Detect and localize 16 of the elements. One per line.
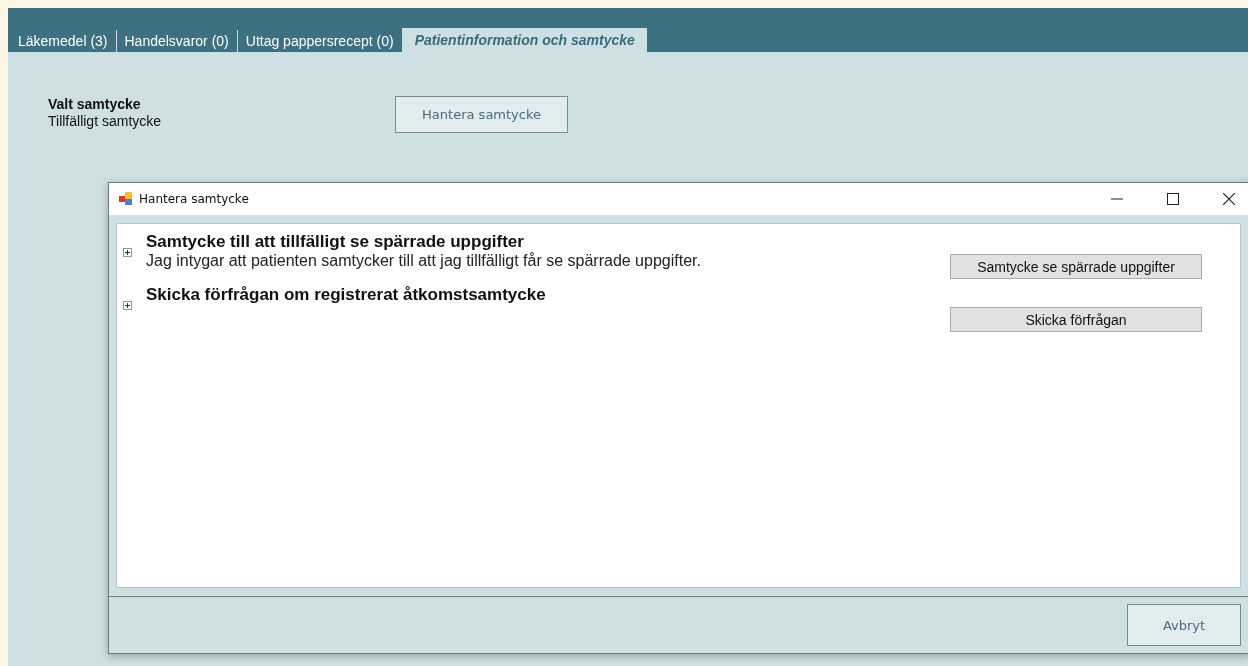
app-icon (119, 192, 133, 206)
tab[interactable]: Patientinformation och samtycke (401, 28, 647, 52)
consent-value: Tillfälligt samtycke (48, 113, 162, 129)
action-button[interactable]: Skicka förfrågan (950, 307, 1202, 332)
section-description: Jag intygar att patienten samtycker till att jag tillfälligt får se spärrade uppgifter. (146, 252, 702, 270)
maximize-icon[interactable] (1167, 193, 1179, 205)
cancel-button[interactable]: Avbryt (1127, 604, 1241, 646)
manage-consent-button[interactable]: Hantera samtycke (395, 96, 569, 133)
section-title: Skicka förfrågan om registrerat åtkomstsamtycke (146, 285, 547, 305)
expand-icon[interactable] (123, 248, 132, 257)
section-title: Samtycke till att tillfälligt se spärrade uppgifter (146, 232, 525, 252)
dialog-title: Hantera samtycke (139, 192, 249, 206)
consent-label: Valt samtycke (48, 96, 142, 112)
expand-icon[interactable] (123, 301, 132, 310)
close-icon[interactable] (1223, 193, 1235, 205)
action-button[interactable]: Samtycke se spärrade uppgifter (950, 254, 1202, 279)
